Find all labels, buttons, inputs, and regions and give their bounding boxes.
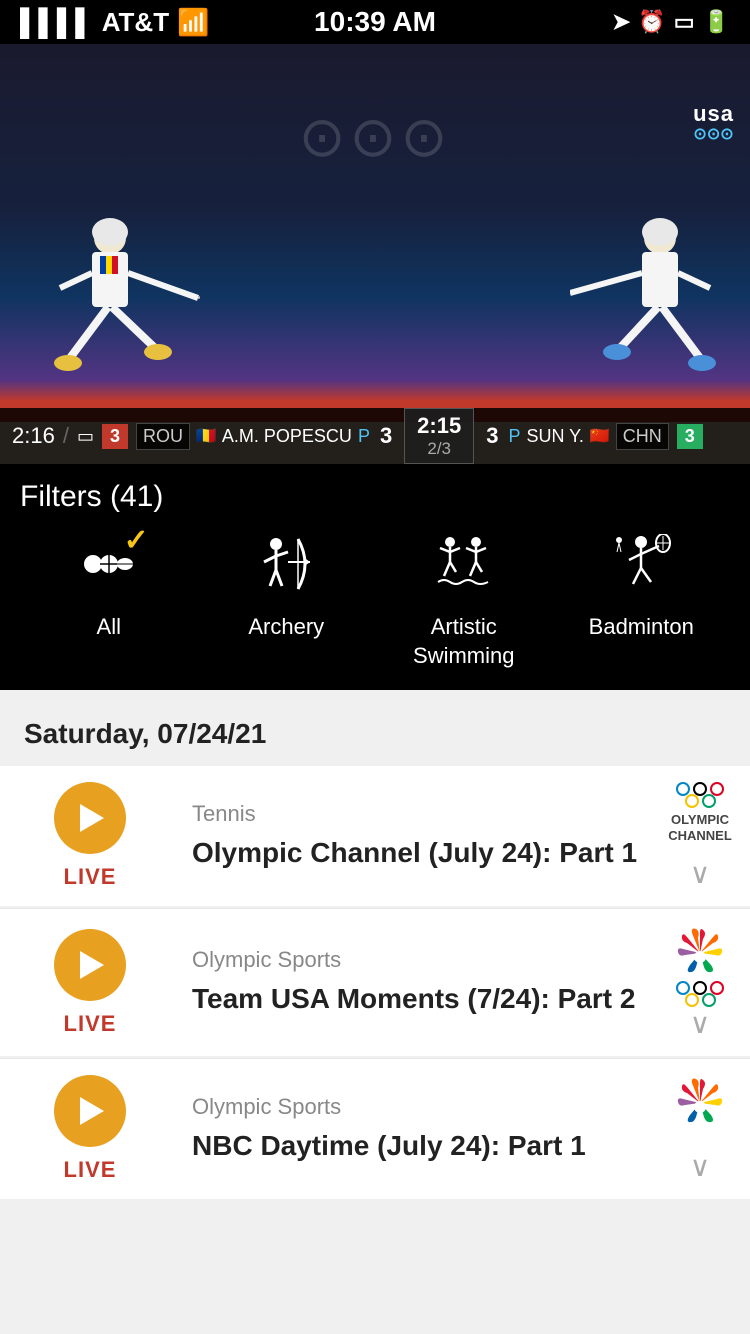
match-time: 2:16	[12, 423, 55, 449]
cast-icon: ▭	[674, 9, 695, 35]
score-bar: 2:16 / ▭ 3 ROU 🇷🇴 A.M. POPESCU P 3 2:15 …	[0, 408, 750, 464]
play-button-3[interactable]	[54, 1075, 126, 1147]
nbc-rings-2	[685, 993, 716, 1007]
filter-badminton[interactable]: Badminton	[561, 534, 721, 642]
card-title-3: NBC Daytime (July 24): Part 1	[192, 1128, 638, 1164]
center-time: 2:15	[415, 413, 463, 439]
play-button-1[interactable]	[54, 782, 126, 854]
status-bar: ▌▌▌▌ AT&T 📶 10:39 AM ➤ ⏰ ▭ 🔋	[0, 0, 750, 44]
left-score-flag: 3	[102, 424, 128, 449]
right-flag: 🇨🇳	[590, 426, 610, 446]
play-icon-3	[80, 1097, 104, 1125]
filter-archery-label: Archery	[248, 613, 324, 642]
score-icon: ▭	[77, 426, 94, 447]
ring-green	[702, 794, 716, 808]
card-center-1: Tennis Olympic Channel (July 24): Part 1	[180, 766, 650, 906]
status-left: ▌▌▌▌ AT&T 📶	[20, 7, 209, 38]
signal-icon: ▌▌▌▌	[20, 7, 94, 38]
channel-name-1: OLYMPICCHANNEL	[668, 812, 732, 843]
filter-all-label: All	[97, 613, 121, 642]
left-flag: 🇷🇴	[196, 426, 216, 446]
filter-all[interactable]: ✓ All	[29, 534, 189, 642]
filter-archery[interactable]: Archery	[206, 534, 366, 642]
content-card-2[interactable]: LIVE Olympic Sports Team USA Moments (7/…	[0, 909, 750, 1056]
filters-row: ✓ All	[20, 534, 730, 670]
ring-yellow-nbc	[685, 993, 699, 1007]
badminton-icon	[611, 534, 671, 603]
card-sport-2: Olympic Sports	[192, 947, 638, 973]
status-right: ➤ ⏰ ▭ 🔋	[612, 9, 730, 35]
ring-green-nbc	[702, 993, 716, 1007]
filters-title: Filters (41)	[20, 480, 730, 514]
wifi-icon: 📶	[177, 7, 209, 38]
play-button-2[interactable]	[54, 929, 126, 1001]
right-country: CHN	[616, 423, 669, 450]
olympics-watermark: ⊙⊙⊙	[299, 104, 452, 170]
fencer-left	[40, 208, 200, 408]
right-indicator: P	[508, 426, 520, 447]
location-icon: ➤	[612, 9, 630, 35]
live-badge-1: LIVE	[64, 864, 117, 890]
channel-logo-3	[675, 1075, 725, 1125]
video-player[interactable]: ⊙⊙⊙ usa ⊙⊙⊙	[0, 44, 750, 464]
right-player-info: 3 P SUN Y. 🇨🇳 CHN	[482, 423, 669, 450]
all-sports-icon: ✓	[79, 534, 139, 603]
carrier-label: AT&T	[102, 7, 169, 38]
content-list: LIVE Tennis Olympic Channel (July 24): P…	[0, 766, 750, 1221]
live-badge-2: LIVE	[64, 1011, 117, 1037]
channel-logo-2	[675, 925, 725, 1007]
card-left-2: LIVE	[0, 909, 180, 1056]
content-card-3[interactable]: LIVE Olympic Sports NBC Daytime (July 24…	[0, 1059, 750, 1199]
filter-artistic-swimming-label: ArtisticSwimming	[413, 613, 514, 670]
video-content: ⊙⊙⊙ usa ⊙⊙⊙	[0, 44, 750, 464]
card-left-1: LIVE	[0, 766, 180, 906]
left-player-info: ROU 🇷🇴 A.M. POPESCU P 3	[136, 423, 396, 450]
card-right-2: ∨	[650, 909, 750, 1056]
play-icon-2	[80, 951, 104, 979]
card-title-1: Olympic Channel (July 24): Part 1	[192, 835, 638, 871]
date-header: Saturday, 07/24/21	[0, 690, 750, 766]
card-right-1: OLYMPICCHANNEL ∨	[650, 766, 750, 906]
archery-icon	[256, 534, 316, 603]
expand-chevron-2[interactable]: ∨	[690, 1007, 711, 1040]
channel-logo-1: OLYMPICCHANNEL	[668, 782, 732, 843]
left-country: ROU	[136, 423, 190, 450]
card-sport-1: Tennis	[192, 801, 638, 827]
expand-chevron-1[interactable]: ∨	[690, 857, 711, 890]
content-card-1[interactable]: LIVE Tennis Olympic Channel (July 24): P…	[0, 766, 750, 906]
card-right-3: ∨	[650, 1059, 750, 1199]
battery-icon: 🔋	[703, 9, 730, 35]
status-time: 10:39 AM	[314, 6, 436, 38]
expand-chevron-3[interactable]: ∨	[690, 1150, 711, 1183]
right-score-flag: 3	[677, 424, 703, 449]
card-left-3: LIVE	[0, 1059, 180, 1199]
fencer-right	[570, 208, 730, 408]
usa-logo: usa ⊙⊙⊙	[693, 102, 734, 144]
center-round: 2/3	[415, 439, 463, 459]
play-icon-1	[80, 804, 104, 832]
left-player-name: A.M. POPESCU	[222, 426, 352, 447]
center-score-box: 2:15 2/3	[404, 408, 474, 464]
card-center-3: Olympic Sports NBC Daytime (July 24): Pa…	[180, 1059, 650, 1199]
left-score: 3	[380, 423, 392, 449]
card-title-2: Team USA Moments (7/24): Part 2	[192, 981, 638, 1017]
alarm-icon: ⏰	[638, 9, 665, 35]
card-sport-3: Olympic Sports	[192, 1094, 638, 1120]
right-player-name: SUN Y.	[526, 426, 583, 447]
right-score-left: 3	[486, 423, 498, 449]
selected-checkmark: ✓	[124, 526, 149, 556]
artistic-swimming-icon	[434, 534, 494, 603]
card-center-2: Olympic Sports Team USA Moments (7/24): …	[180, 909, 650, 1056]
olympic-rings-2	[685, 794, 716, 808]
live-badge-3: LIVE	[64, 1157, 117, 1183]
filter-artistic-swimming[interactable]: ArtisticSwimming	[384, 534, 544, 670]
filters-section: Filters (41) ✓ All	[0, 464, 750, 690]
filter-badminton-label: Badminton	[589, 613, 694, 642]
left-indicator: P	[358, 426, 370, 447]
ring-yellow	[685, 794, 699, 808]
